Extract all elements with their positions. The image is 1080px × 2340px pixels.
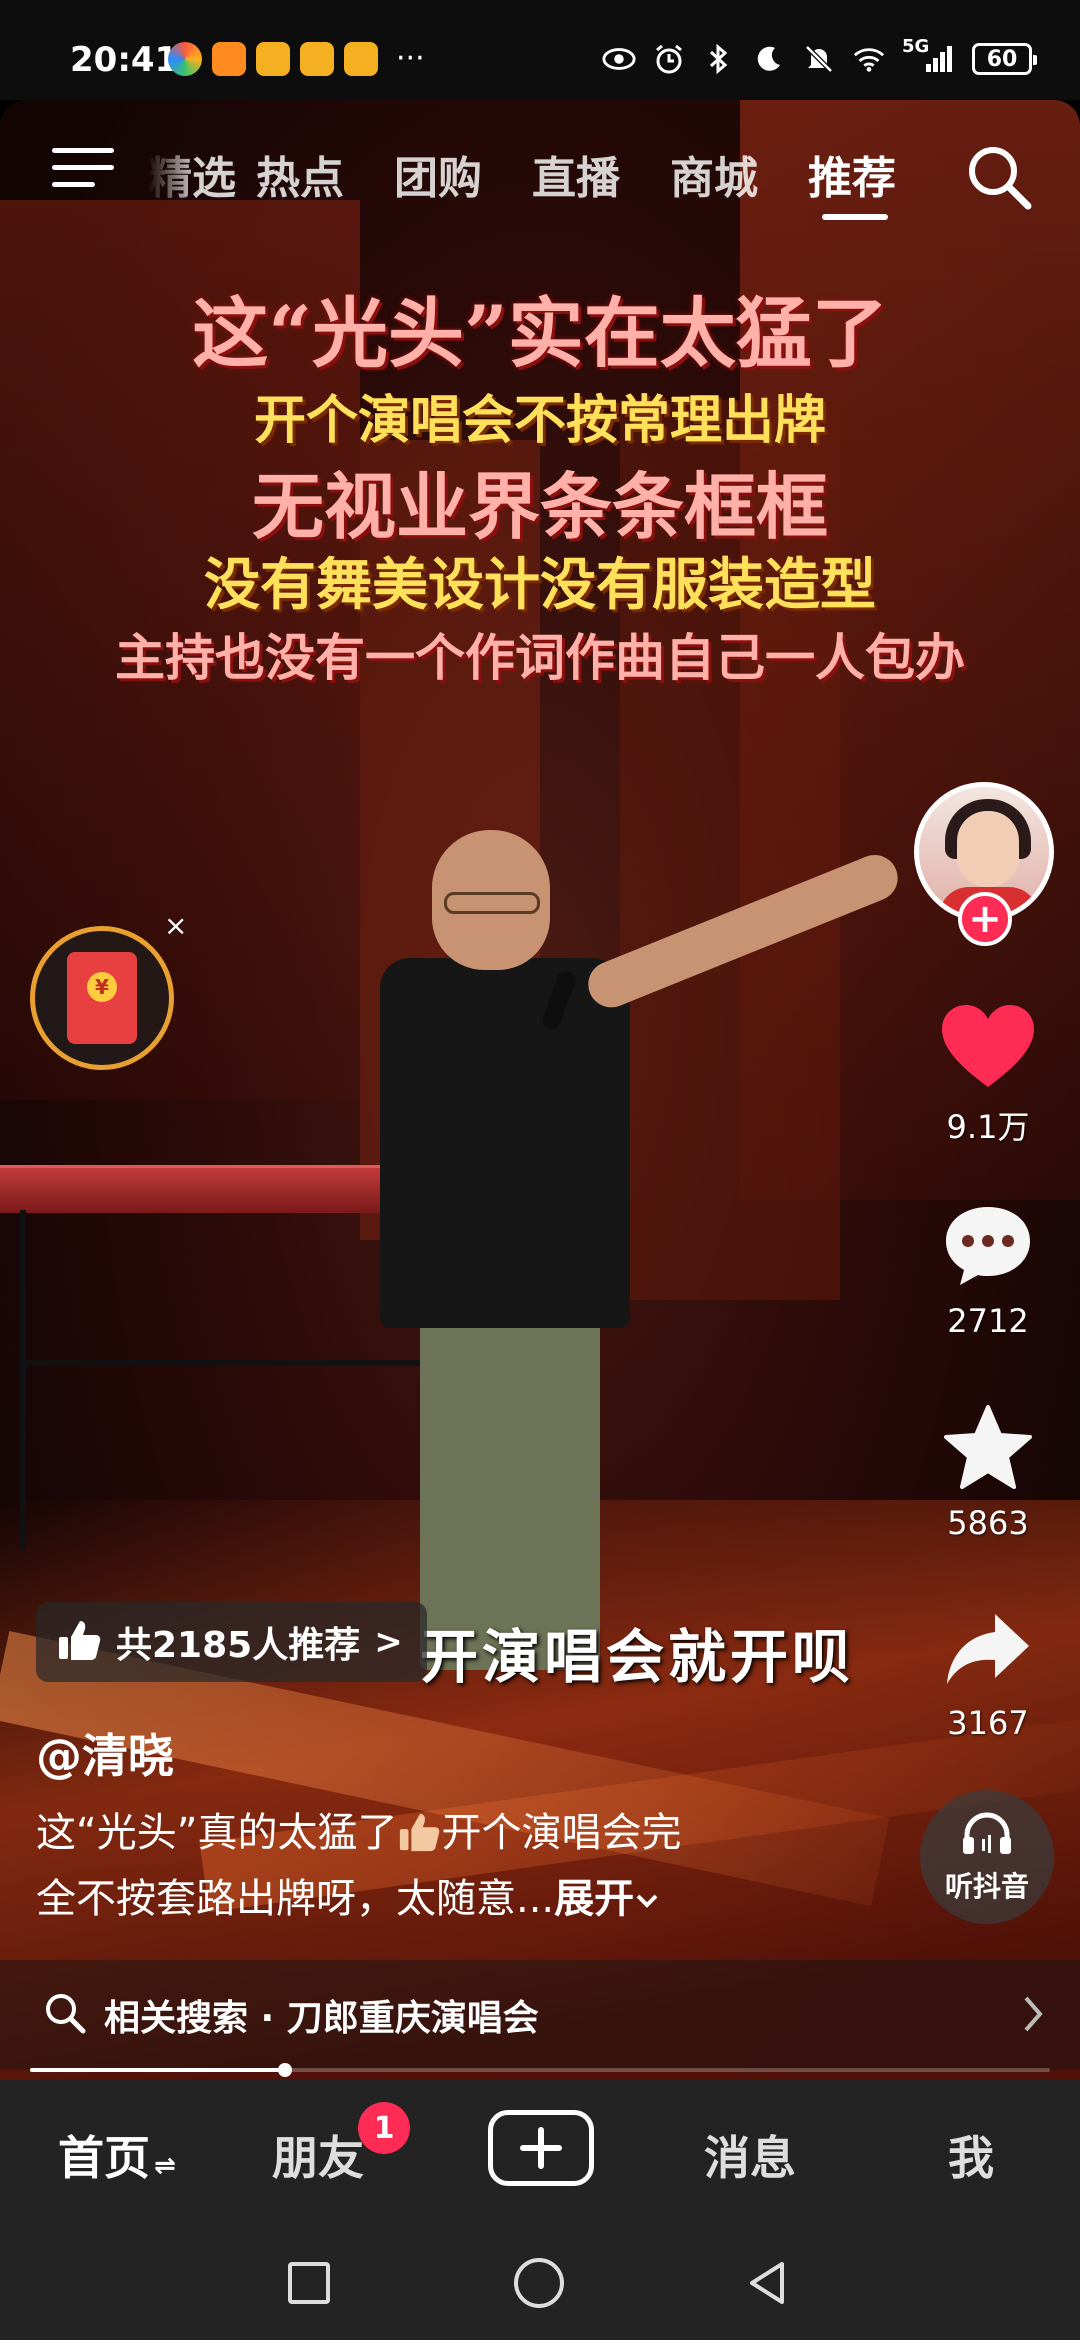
listen-douyin-button[interactable]: 听抖音 [920,1790,1054,1924]
weibo-notification-icon [256,42,290,76]
tab-mall[interactable]: 商城 [670,142,758,206]
bluetooth-icon [702,42,736,76]
tab-featured[interactable]: 精选 [148,142,236,206]
recommend-count-text: 共2185人推荐 [116,1625,361,1666]
tab-recommend[interactable]: 推荐 [808,142,896,206]
like-count: 9.1万 [946,1108,1030,1146]
app-notification-icon [212,42,246,76]
thumbs-up-icon [56,1617,102,1667]
recent-apps-button[interactable] [288,2262,330,2304]
system-nav-bar [0,2220,1080,2340]
weibo-notification-icon [344,42,378,76]
app-notification-icon [168,42,202,76]
favorite-count: 5863 [947,1504,1029,1542]
favorite-button[interactable]: 5863 [930,1398,1046,1542]
tab-live[interactable]: 直播 [532,142,620,206]
comment-count: 2712 [947,1302,1029,1340]
like-button[interactable]: 9.1万 [930,996,1046,1148]
thumbs-up-emoji-icon [397,1808,441,1852]
red-packet-icon: ¥ [67,952,137,1044]
video-progress-bar[interactable] [30,2063,1050,2077]
comment-button[interactable]: 2712 [930,1196,1046,1340]
post-description: 这“光头”真的太猛了 开个演唱会完 全不按套路出牌呀，太随意...展开 [36,1800,896,1932]
related-search-text: 相关搜索 · 刀郎重庆演唱会 [104,1998,539,2039]
menu-icon[interactable] [52,148,114,194]
close-icon[interactable]: × [164,912,192,940]
battery-indicator: 60 [972,43,1037,75]
description-text: 这“光头”真的太猛了 [36,1810,398,1856]
expand-button[interactable]: 展开 [554,1876,660,1922]
status-notification-icons: ··· [168,42,425,76]
back-button[interactable] [744,2258,794,2308]
wifi-icon [852,42,886,76]
alarm-icon [652,42,686,76]
comment-icon [938,1196,1038,1296]
share-count: 3167 [947,1704,1029,1742]
chevron-right-icon [1022,1994,1044,2044]
bottom-nav: 首页 ⇌ 朋友 1 消息 我 [0,2080,1080,2220]
nav-messages[interactable]: 消息 [704,2122,796,2188]
chevron-down-icon [636,1894,658,1908]
top-nav: 精选 热点 团购 直播 商城 推荐 [0,110,1080,230]
nav-home[interactable]: 首页 ⇌ [58,2122,176,2188]
active-tab-indicator [822,214,888,220]
progress-fill [30,2068,285,2072]
description-text: 开个演唱会完 [441,1810,682,1856]
video-subtitle: 开演唱会就开呗 [420,1623,855,1691]
video-caption-line: 开个演唱会不按常理出牌 [253,390,826,451]
listen-douyin-label: 听抖音 [944,1870,1029,1903]
status-time: 20:41 [70,40,179,80]
create-button[interactable] [488,2110,594,2186]
search-icon[interactable] [964,142,1034,212]
heart-icon [938,996,1038,1096]
status-indicators: 5G 60 [602,36,1037,76]
video-caption-line: 主持也没有一个作词作曲自己一人包办 [115,628,965,687]
cellular-signal-icon: 5G [902,36,956,76]
follow-button[interactable]: + [958,892,1012,946]
related-search-bar[interactable]: 相关搜索 · 刀郎重庆演唱会 [0,1960,1080,2070]
network-type-label: 5G [902,36,930,57]
notification-badge: 1 [358,2102,410,2154]
author-name[interactable]: @清晓 [36,1720,174,1786]
chevron-right-icon: > [374,1622,403,1662]
video-caption-line: 没有舞美设计没有服装造型 [204,552,876,618]
share-arrow-icon [938,1598,1038,1698]
share-button[interactable]: 3167 [930,1598,1046,1742]
mute-bell-icon [802,42,836,76]
video-caption-line: 无视业界条条框框 [251,464,828,549]
nav-me[interactable]: 我 [948,2122,994,2188]
performer-figure [360,830,905,1710]
weibo-notification-icon [300,42,334,76]
video-caption-line: 这“光头”实在太猛了 [192,289,888,378]
headphones-icon [959,1809,1015,1861]
tab-group-buy[interactable]: 团购 [394,142,482,206]
red-packet-button[interactable]: ¥ [30,926,174,1070]
status-bar: 20:41 ··· 5G 60 [0,0,1080,100]
eye-icon [602,42,636,76]
nav-friends[interactable]: 朋友 [272,2122,364,2188]
search-icon [44,1992,86,2038]
tab-trending[interactable]: 热点 [256,142,344,206]
star-icon [938,1398,1038,1498]
swap-icon: ⇌ [154,2151,176,2181]
recommend-count-pill[interactable]: 共2185人推荐 > [36,1602,427,1682]
progress-handle[interactable] [278,2063,292,2077]
more-notifications-icon: ··· [396,41,425,76]
moon-icon [752,42,786,76]
plus-icon [520,2127,562,2169]
home-button[interactable] [514,2258,564,2308]
battery-level: 60 [986,46,1018,72]
description-text: 全不按套路出牌呀，太随意... [36,1876,555,1922]
